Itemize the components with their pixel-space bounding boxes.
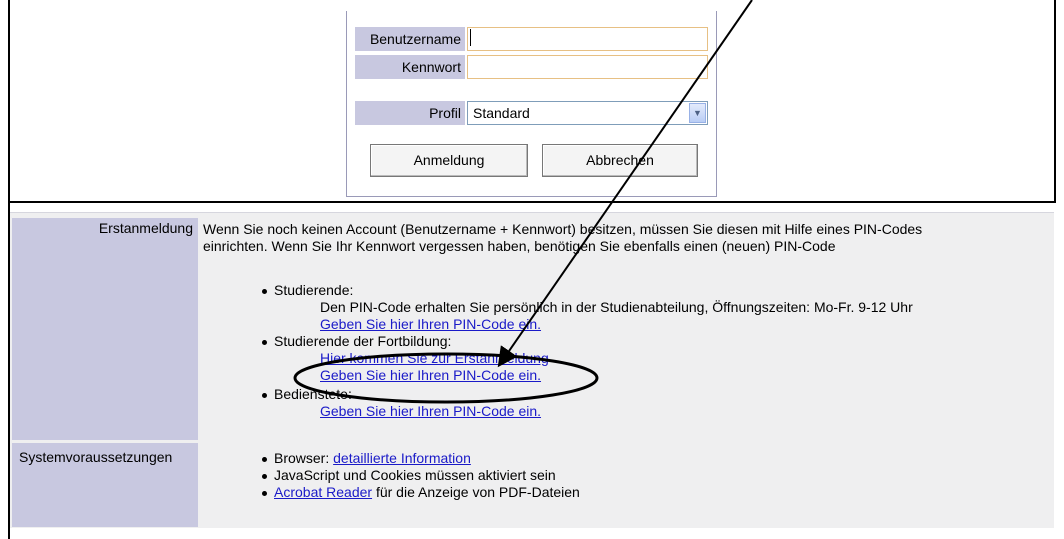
username-label: Benutzername [355, 27, 465, 51]
acrobat-requirement: Acrobat Reader für die Anzeige von PDF-D… [274, 484, 580, 501]
first-registration-link[interactable]: Hier kommen Sie zur Erstanmeldung [320, 350, 549, 367]
password-input[interactable] [467, 55, 708, 79]
bullet-icon [262, 289, 267, 294]
bullet-icon [262, 393, 267, 398]
profile-select-value: Standard [473, 105, 530, 121]
divider-line [8, 201, 1056, 203]
students-title: Studierende: [274, 282, 354, 298]
training-pin-link[interactable]: Geben Sie hier Ihren PIN-Code ein. [320, 367, 541, 384]
username-input[interactable] [467, 27, 708, 51]
acrobat-reader-link[interactable]: Acrobat Reader [274, 484, 372, 500]
browser-prefix: Browser: [274, 450, 334, 466]
intro-text-line2: einrichten. Wenn Sie Ihr Kennwort verges… [203, 238, 836, 254]
acrobat-suffix: für die Anzeige von PDF-Dateien [372, 484, 580, 500]
password-label: Kennwort [355, 55, 465, 79]
browser-requirement: Browser: detaillierte Information [274, 450, 471, 467]
intro-text-line1: Wenn Sie noch keinen Account (Benutzerna… [203, 221, 923, 237]
profile-select[interactable]: Standard ▼ [467, 101, 708, 125]
right-border [1054, 0, 1056, 203]
browser-info-link[interactable]: detaillierte Information [333, 450, 471, 466]
profile-label: Profil [355, 101, 465, 125]
bullet-icon [262, 474, 267, 479]
students-pin-link[interactable]: Geben Sie hier Ihren PIN-Code ein. [320, 316, 541, 333]
cancel-button[interactable]: Abbrechen [542, 144, 698, 177]
first-login-label: Erstanmeldung [12, 218, 198, 440]
bullet-icon [262, 491, 267, 496]
staff-pin-link[interactable]: Geben Sie hier Ihren PIN-Code ein. [320, 403, 541, 420]
sysreq-label: Systemvoraussetzungen [12, 443, 198, 527]
training-students-title: Studierende der Fortbildung: [274, 333, 452, 349]
bullet-icon [262, 457, 267, 462]
login-button[interactable]: Anmeldung [370, 144, 528, 177]
staff-title: Bedienstete: [274, 386, 352, 402]
chevron-down-icon[interactable]: ▼ [689, 103, 706, 123]
students-text: Den PIN-Code erhalten Sie persönlich in … [320, 299, 913, 315]
js-cookies-requirement: JavaScript und Cookies müssen aktiviert … [274, 467, 556, 483]
bullet-icon [262, 340, 267, 345]
text-caret [470, 29, 471, 46]
